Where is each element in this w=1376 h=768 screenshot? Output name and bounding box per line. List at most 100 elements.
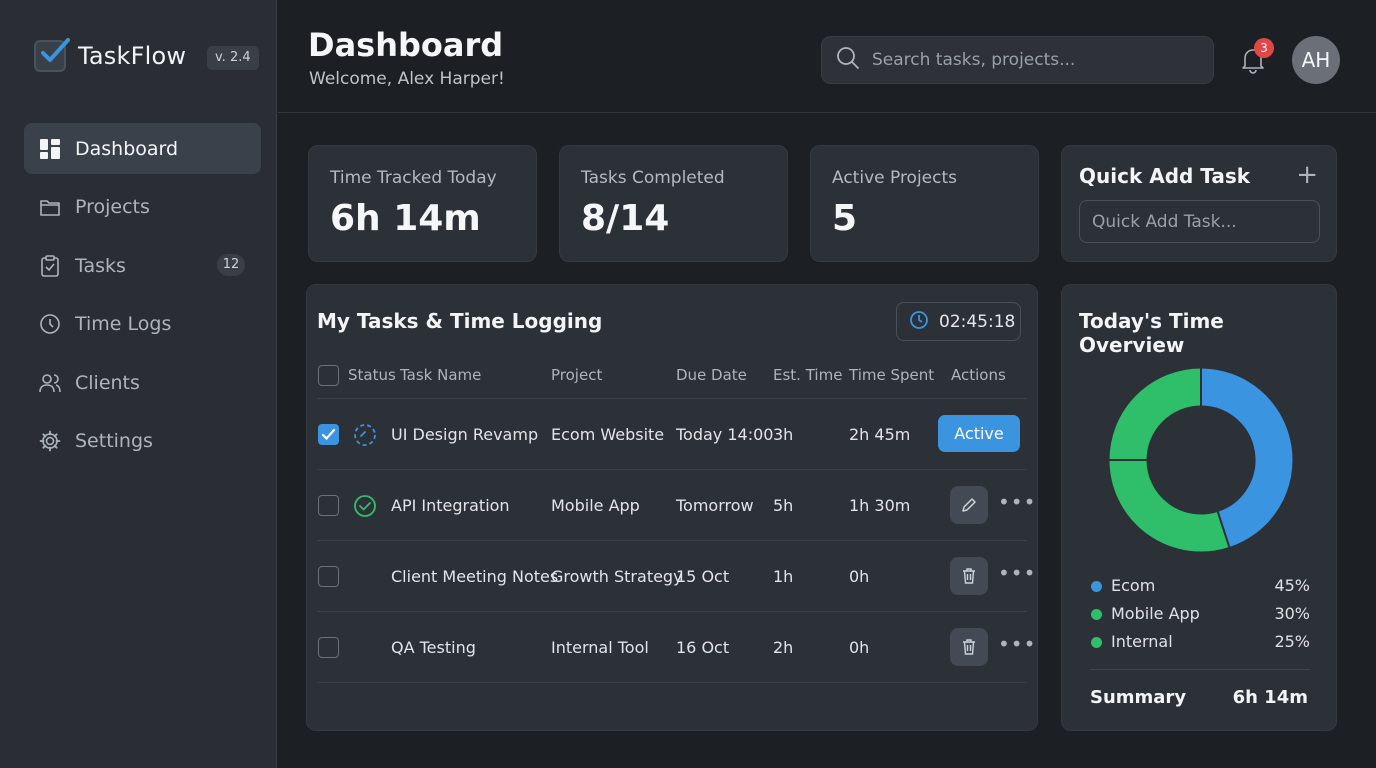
sidebar-item-time-logs[interactable]: Time Logs: [24, 299, 261, 350]
stat-value: 8/14: [581, 198, 670, 239]
donut-segment-ecom: [1200, 368, 1293, 548]
tasks-count-badge: 12: [217, 254, 245, 277]
legend-dot: [1091, 609, 1102, 620]
notifications-button[interactable]: 3: [1240, 38, 1274, 74]
notification-count-badge: 3: [1254, 38, 1274, 58]
brand[interactable]: TaskFlow: [34, 38, 186, 72]
donut-segment-mobile-app: [1109, 459, 1230, 552]
legend-dot: [1091, 581, 1102, 592]
legend-percent: 45%: [1274, 576, 1310, 595]
stat-value: 6h 14m: [330, 198, 481, 239]
legend-name: Ecom: [1111, 576, 1156, 595]
task-est-time: 1h: [773, 567, 794, 586]
search-icon: [836, 46, 860, 74]
column-header[interactable]: Status: [348, 366, 396, 384]
search-input[interactable]: [872, 50, 1192, 70]
task-project: Ecom Website: [551, 425, 665, 444]
active-button[interactable]: Active: [938, 415, 1020, 452]
sidebar-item-label: Tasks: [75, 254, 126, 277]
clock-icon: [909, 310, 929, 334]
task-time-spent: 1h 30m: [849, 496, 911, 515]
legend-item: Ecom 45%: [1090, 575, 1310, 597]
welcome-text: Welcome, Alex Harper!: [309, 69, 505, 89]
timer-value: 02:45:18: [939, 311, 1016, 332]
page-title: Dashboard: [308, 26, 504, 64]
task-time-spent: 2h 45m: [849, 425, 911, 444]
legend-name: Internal: [1111, 632, 1173, 651]
legend-item: Mobile App 30%: [1090, 603, 1310, 625]
summary-value: 6h 14m: [1232, 687, 1308, 708]
table-row[interactable]: UI Design Revamp Ecom Website Today 14:0…: [317, 399, 1027, 470]
task-est-time: 5h: [773, 496, 794, 515]
row-checkbox[interactable]: [318, 637, 339, 658]
more-options-icon[interactable]: •••: [998, 561, 1036, 585]
users-icon: [39, 372, 61, 394]
task-due-date: Tomorrow: [676, 496, 754, 515]
divider: [1090, 669, 1310, 670]
task-due-date: 15 Oct: [676, 567, 730, 586]
dashboard-icon: [39, 138, 61, 160]
column-header[interactable]: Actions: [951, 366, 1006, 384]
more-options-icon[interactable]: •••: [998, 632, 1036, 656]
legend-name: Mobile App: [1111, 604, 1200, 623]
top-header: Dashboard Welcome, Alex Harper! 3 AH: [278, 0, 1376, 113]
legend-item: Internal 25%: [1090, 631, 1310, 653]
sidebar-item-label: Time Logs: [75, 313, 172, 336]
sidebar-item-settings[interactable]: Settings: [24, 416, 261, 467]
column-header[interactable]: Time Spent: [849, 366, 934, 384]
task-time-spent: 0h: [849, 638, 870, 657]
summary-label: Summary: [1090, 687, 1187, 708]
trash-icon: [963, 568, 975, 584]
table-row[interactable]: QA Testing Internal Tool 16 Oct 2h 0h ••…: [317, 612, 1035, 683]
column-header[interactable]: Task Name: [400, 366, 481, 384]
delete-button[interactable]: [950, 557, 988, 595]
quick-add-title: Quick Add Task: [1079, 164, 1251, 188]
stat-card-active-projects: Active Projects 5: [810, 145, 1039, 262]
task-project: Mobile App: [551, 496, 640, 515]
sidebar-item-dashboard[interactable]: Dashboard: [24, 123, 261, 174]
quick-add-input[interactable]: [1079, 200, 1320, 243]
checkbox-logo-icon: [34, 38, 70, 72]
pencil-icon: [962, 498, 976, 512]
stat-label: Active Projects: [832, 168, 958, 188]
column-header[interactable]: Due Date: [676, 366, 747, 384]
row-checkbox[interactable]: [318, 495, 339, 516]
task-name: QA Testing: [391, 638, 476, 657]
task-time-spent: 0h: [849, 567, 870, 586]
task-name: Client Meeting Notes: [391, 567, 559, 586]
bell-icon: [1240, 49, 1266, 78]
sidebar-item-tasks[interactable]: Tasks 12: [24, 240, 261, 291]
more-options-icon[interactable]: •••: [998, 490, 1036, 514]
sidebar-item-projects[interactable]: Projects: [24, 182, 261, 233]
legend-percent: 30%: [1274, 604, 1310, 623]
search-bar[interactable]: [821, 36, 1214, 84]
version-badge: v. 2.4: [207, 46, 259, 70]
column-header[interactable]: Project: [551, 366, 602, 384]
row-checkbox[interactable]: [318, 424, 339, 445]
tasks-card: My Tasks & Time Logging 02:45:18 Status …: [306, 284, 1038, 731]
sidebar-item-label: Clients: [75, 371, 140, 394]
table-row[interactable]: API Integration Mobile App Tomorrow 5h 1…: [317, 470, 1035, 541]
stat-label: Tasks Completed: [581, 168, 725, 188]
edit-button[interactable]: [950, 486, 988, 524]
delete-button[interactable]: [950, 628, 988, 666]
row-checkbox[interactable]: [318, 566, 339, 587]
sidebar: TaskFlow v. 2.4 Dashboard Projects Tasks…: [0, 0, 277, 768]
sidebar-item-label: Dashboard: [75, 137, 179, 160]
timer-button[interactable]: 02:45:18: [896, 302, 1021, 341]
quick-add-card: Quick Add Task +: [1061, 145, 1337, 262]
table-row[interactable]: Client Meeting Notes Growth Strategy 15 …: [317, 541, 1035, 612]
sidebar-item-label: Projects: [75, 196, 150, 219]
task-project: Internal Tool: [551, 638, 649, 657]
task-due-date: Today 14:00: [676, 425, 774, 444]
check-circle-icon: [353, 494, 377, 518]
column-header[interactable]: Est. Time: [773, 366, 842, 384]
stat-value: 5: [832, 198, 858, 239]
clock-icon: [39, 313, 61, 335]
task-due-date: 16 Oct: [676, 638, 730, 657]
stat-card-tasks-completed: Tasks Completed 8/14: [559, 145, 788, 262]
sidebar-item-clients[interactable]: Clients: [24, 357, 261, 408]
avatar[interactable]: AH: [1292, 36, 1340, 84]
plus-icon[interactable]: +: [1296, 162, 1318, 188]
select-all-checkbox[interactable]: [318, 365, 339, 386]
